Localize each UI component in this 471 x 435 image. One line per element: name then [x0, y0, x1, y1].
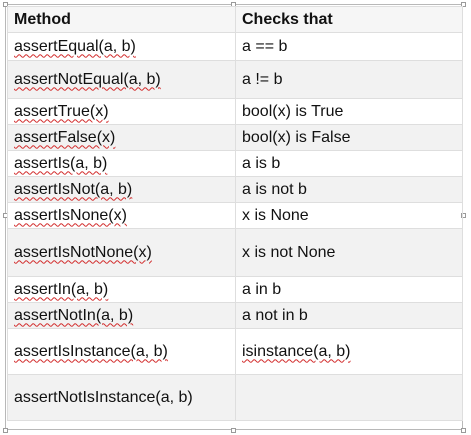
- check-cell[interactable]: a is not b: [235, 176, 463, 203]
- method-cell[interactable]: assertEqual(a, b): [7, 32, 236, 61]
- method-text: assertIsNotNone(x): [14, 243, 152, 261]
- method-cell[interactable]: assertIsNotNone(x): [7, 228, 236, 277]
- method-cell[interactable]: assertIs(a, b): [7, 150, 236, 177]
- table-row: assertTrue(x) bool(x) is True: [7, 98, 463, 125]
- check-cell[interactable]: x is None: [235, 202, 463, 229]
- check-cell[interactable]: a in b: [235, 276, 463, 303]
- method-cell[interactable]: assertIsInstance(a, b): [7, 328, 236, 375]
- table-row: assertFalse(x) bool(x) is False: [7, 124, 463, 151]
- method-text: assertIn(a, b): [14, 280, 109, 298]
- check-text: a is not b: [242, 180, 307, 198]
- check-cell[interactable]: a != b: [235, 60, 463, 99]
- method-text: assertNotIsInstance(a, b): [14, 388, 193, 406]
- method-text: assertFalse(x): [14, 128, 116, 146]
- method-text: assertIsNot(a, b): [14, 180, 133, 198]
- check-cell[interactable]: a is b: [235, 150, 463, 177]
- check-text: a is b: [242, 154, 281, 172]
- check-text: a == b: [242, 37, 288, 55]
- assert-methods-table[interactable]: Method Checks that assertEqual(a, b) a =…: [7, 6, 463, 421]
- check-text: a != b: [242, 70, 283, 88]
- resize-handle-bottom-left[interactable]: [3, 428, 8, 433]
- method-cell[interactable]: assertNotIn(a, b): [7, 302, 236, 329]
- table-row: assertEqual(a, b) a == b: [7, 32, 463, 61]
- method-text: assertIsNone(x): [14, 206, 127, 224]
- check-cell[interactable]: a not in b: [235, 302, 463, 329]
- header-checks-that[interactable]: Checks that: [235, 6, 463, 33]
- table-row: assertIsNone(x) x is None: [7, 202, 463, 229]
- method-cell[interactable]: assertTrue(x): [7, 98, 236, 125]
- method-cell[interactable]: assertIsNone(x): [7, 202, 236, 229]
- table-row: assertIsNotNone(x) x is not None: [7, 228, 463, 277]
- check-text: a not in b: [242, 306, 308, 324]
- table-row: assertIsNot(a, b) a is not b: [7, 176, 463, 203]
- table-row: assertIn(a, b) a in b: [7, 276, 463, 303]
- method-text: assertTrue(x): [14, 102, 109, 120]
- method-cell[interactable]: assertIn(a, b): [7, 276, 236, 303]
- check-cell[interactable]: a == b: [235, 32, 463, 61]
- check-text: bool(x) is True: [242, 102, 344, 120]
- check-cell[interactable]: [235, 374, 463, 421]
- method-cell[interactable]: assertNotEqual(a, b): [7, 60, 236, 99]
- check-text: x is not None: [242, 243, 336, 261]
- table-row: assertIsInstance(a, b) isinstance(a, b): [7, 328, 463, 375]
- method-text: assertIsInstance(a, b): [14, 342, 168, 360]
- resize-handle-bottom-right[interactable]: [461, 428, 466, 433]
- table-row: assertIs(a, b) a is b: [7, 150, 463, 177]
- method-text: assertEqual(a, b): [14, 37, 136, 55]
- check-text: a in b: [242, 280, 282, 298]
- check-text: isinstance(a, b): [242, 342, 351, 360]
- check-text: bool(x) is False: [242, 128, 351, 146]
- header-method[interactable]: Method: [7, 6, 236, 33]
- table-row: assertNotIsInstance(a, b): [7, 374, 463, 421]
- table-header-row: Method Checks that: [7, 6, 463, 33]
- check-cell[interactable]: bool(x) is False: [235, 124, 463, 151]
- check-cell[interactable]: bool(x) is True: [235, 98, 463, 125]
- method-text: assertIs(a, b): [14, 154, 108, 172]
- method-cell[interactable]: assertIsNot(a, b): [7, 176, 236, 203]
- method-text: assertNotIn(a, b): [14, 306, 134, 324]
- resize-handle-bottom-center[interactable]: [231, 428, 236, 433]
- method-cell[interactable]: assertNotIsInstance(a, b): [7, 374, 236, 421]
- check-text: x is None: [242, 206, 309, 224]
- table-row: assertNotIn(a, b) a not in b: [7, 302, 463, 329]
- method-text: assertNotEqual(a, b): [14, 70, 161, 88]
- table-row: assertNotEqual(a, b) a != b: [7, 60, 463, 99]
- check-cell[interactable]: x is not None: [235, 228, 463, 277]
- check-cell[interactable]: isinstance(a, b): [235, 328, 463, 375]
- method-cell[interactable]: assertFalse(x): [7, 124, 236, 151]
